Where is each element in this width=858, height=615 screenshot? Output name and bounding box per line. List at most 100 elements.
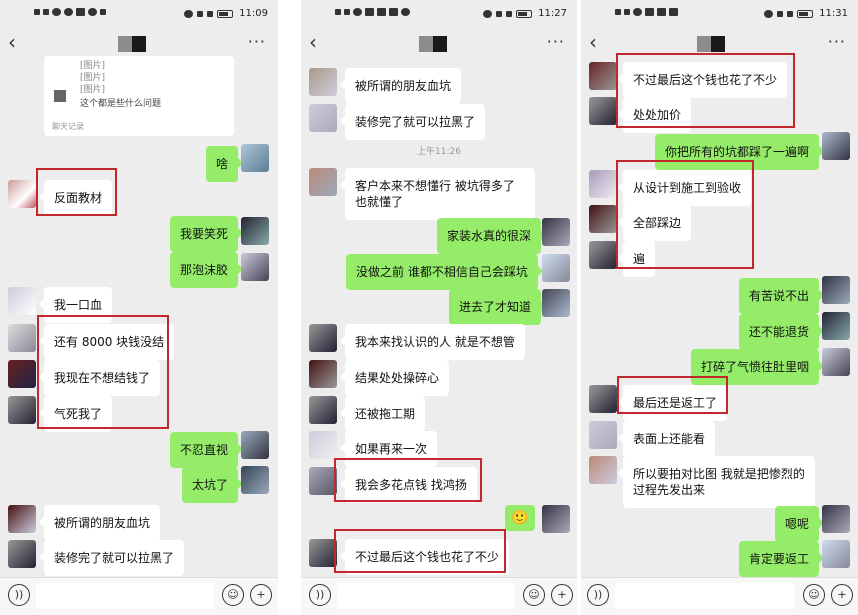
message-timestamp: 上午11:26: [417, 147, 461, 157]
message-bubble[interactable]: 家装水真的很深: [437, 218, 547, 254]
sticker-emoji[interactable]: 🙂: [505, 505, 535, 531]
avatar[interactable]: [589, 97, 617, 125]
message-bubble[interactable]: 我要笑死: [170, 216, 244, 252]
avatar[interactable]: [589, 421, 617, 449]
emoji-icon[interactable]: ☺: [222, 584, 244, 606]
message-bubble[interactable]: 还被拖工期: [339, 396, 426, 432]
avatar[interactable]: [589, 456, 617, 484]
avatar[interactable]: [589, 170, 617, 198]
message-bubble[interactable]: 嗯呢: [775, 506, 825, 542]
avatar[interactable]: [8, 287, 36, 315]
input-bar: )) ☺ +: [0, 577, 278, 615]
card-question: 这个都是些什么问题: [80, 99, 162, 109]
emoji-icon[interactable]: ☺: [803, 584, 825, 606]
message-bubble[interactable]: 还不能退货: [739, 314, 825, 350]
avatar[interactable]: [8, 180, 36, 208]
avatar[interactable]: [8, 505, 36, 533]
message-bubble[interactable]: 装修完了就可以拉黑了: [38, 540, 185, 576]
highlight-box: [617, 376, 728, 414]
chevron-left-icon[interactable]: ‹: [309, 32, 317, 52]
emoji-icon[interactable]: ☺: [523, 584, 545, 606]
avatar[interactable]: [822, 132, 850, 160]
avatar[interactable]: [589, 205, 617, 233]
message-bubble[interactable]: 我本来找认识的人 就是不想管: [340, 324, 525, 360]
avatar[interactable]: [309, 431, 337, 459]
plus-icon[interactable]: +: [551, 584, 573, 606]
card-line: [图片]: [80, 85, 106, 95]
message-input[interactable]: [615, 583, 795, 609]
avatar[interactable]: [309, 396, 337, 424]
avatar[interactable]: [309, 68, 337, 96]
highlight-box: [37, 315, 169, 429]
avatar[interactable]: [822, 540, 850, 568]
chat-screen-1: 11:09 ‹ ··· [图片] [图片] [图片] 这个都是些什么问题 聊天记…: [0, 0, 278, 615]
voice-icon[interactable]: )): [587, 584, 609, 606]
highlight-box: [334, 529, 506, 573]
avatar[interactable]: [589, 385, 617, 413]
avatar[interactable]: [589, 62, 617, 90]
chevron-left-icon[interactable]: ‹: [589, 32, 597, 52]
message-bubble[interactable]: 太坑了: [182, 467, 244, 503]
avatar[interactable]: [822, 348, 850, 376]
more-icon[interactable]: ···: [248, 32, 266, 51]
avatar[interactable]: [822, 312, 850, 340]
message-bubble[interactable]: 所以要拍对比图 我就是把惨烈的过程先发出来: [618, 456, 815, 508]
avatar[interactable]: [542, 505, 570, 533]
more-icon[interactable]: ···: [828, 32, 846, 51]
chat-history-card[interactable]: [图片] [图片] [图片] 这个都是些什么问题 聊天记录: [44, 56, 234, 136]
message-bubble[interactable]: 那泡沫胶: [170, 252, 244, 288]
message-bubble[interactable]: 进去了才知道: [449, 289, 547, 325]
status-bar: 11:09: [0, 0, 278, 26]
message-bubble[interactable]: 装修完了就可以拉黑了: [339, 104, 486, 140]
avatar[interactable]: [8, 396, 36, 424]
avatar[interactable]: [241, 217, 269, 245]
more-icon[interactable]: ···: [547, 32, 565, 51]
voice-icon[interactable]: )): [8, 584, 30, 606]
voice-icon[interactable]: )): [309, 584, 331, 606]
avatar[interactable]: [309, 168, 337, 196]
avatar[interactable]: [309, 104, 337, 132]
message-bubble[interactable]: 被所谓的朋友血坑: [339, 68, 462, 104]
status-time: 11:09: [239, 8, 268, 19]
avatar[interactable]: [589, 241, 617, 269]
plus-icon[interactable]: +: [831, 584, 853, 606]
avatar[interactable]: [241, 253, 269, 281]
message-bubble[interactable]: 不忍直视: [170, 432, 244, 468]
status-time: 11:31: [819, 8, 848, 19]
message-bubble[interactable]: 肯定要返工: [739, 541, 825, 577]
avatar[interactable]: [241, 144, 269, 172]
message-bubble[interactable]: 结果处处操碎心: [339, 360, 450, 396]
contact-name-mosaic: [419, 36, 447, 52]
message-bubble[interactable]: 客户本来不想懂行 被坑得多了 也就懂了: [340, 168, 535, 220]
message-bubble[interactable]: 没做之前 谁都不相信自己会踩坑: [346, 254, 543, 290]
chevron-left-icon[interactable]: ‹: [8, 32, 16, 52]
avatar[interactable]: [309, 360, 337, 388]
avatar[interactable]: [241, 431, 269, 459]
card-line: [图片]: [80, 73, 106, 83]
avatar[interactable]: [8, 360, 36, 388]
avatar[interactable]: [309, 467, 337, 495]
avatar[interactable]: [309, 324, 337, 352]
message-input[interactable]: [337, 583, 515, 609]
highlight-box: [616, 53, 795, 128]
status-bar: 11:31: [581, 0, 858, 26]
avatar[interactable]: [309, 539, 337, 567]
message-input[interactable]: [36, 583, 214, 609]
message-bubble[interactable]: 表面上还能看: [617, 421, 716, 457]
battery-icon: [516, 9, 533, 18]
input-bar: )) ☺ +: [301, 577, 577, 615]
avatar[interactable]: [542, 289, 570, 317]
avatar[interactable]: [542, 218, 570, 246]
avatar[interactable]: [822, 276, 850, 304]
message-bubble[interactable]: 有苦说不出: [739, 278, 825, 314]
avatar[interactable]: [241, 466, 269, 494]
avatar[interactable]: [542, 254, 570, 282]
message-bubble[interactable]: 啥: [206, 146, 244, 182]
avatar[interactable]: [8, 324, 36, 352]
avatar[interactable]: [822, 505, 850, 533]
avatar[interactable]: [8, 540, 36, 568]
highlight-box: [616, 160, 754, 269]
message-bubble[interactable]: 被所谓的朋友血坑: [38, 505, 161, 541]
plus-icon[interactable]: +: [250, 584, 272, 606]
highlight-box: [334, 458, 482, 502]
